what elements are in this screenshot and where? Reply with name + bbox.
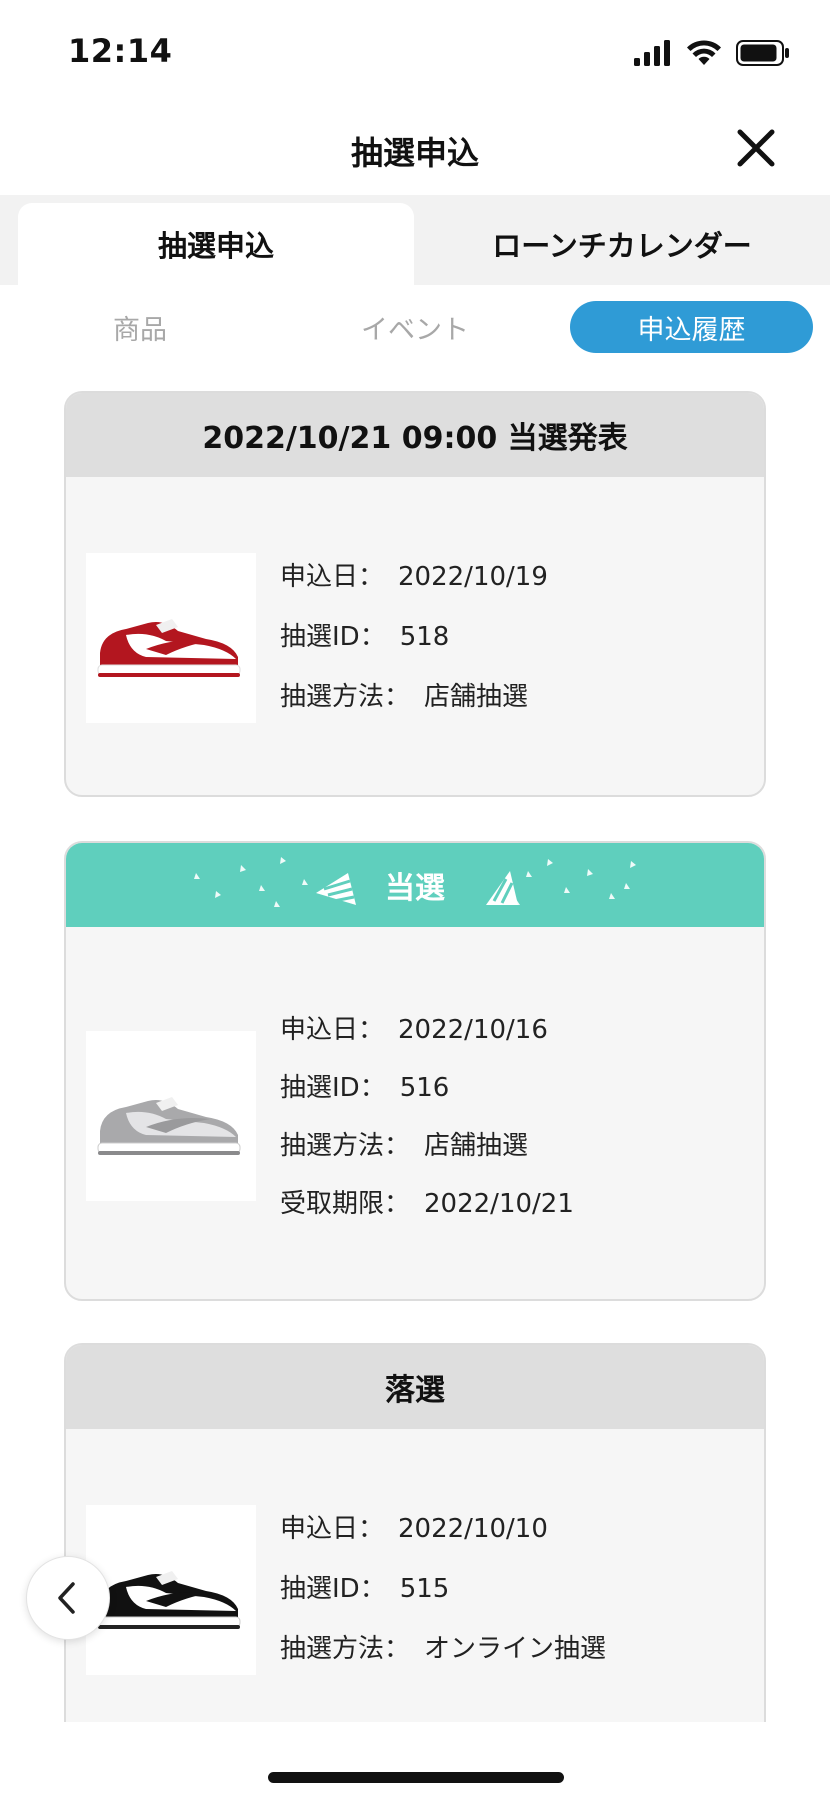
apply-date-value: 2022/10/19 [398, 562, 548, 592]
lost-header: 落選 [66, 1345, 764, 1429]
apply-date-value: 2022/10/16 [398, 1015, 548, 1045]
lottery-method-label: 抽選方法： [280, 1131, 411, 1161]
lottery-id-label: 抽選ID： [280, 1073, 386, 1103]
application-info: 申込日： 2022/10/19 抽選ID： 518 抽選方法： 店舗抽選 [280, 547, 548, 727]
lottery-id-label: 抽選ID： [280, 622, 386, 652]
main-tabs: 抽選申込 ローンチカレンダー [0, 195, 830, 285]
page-title: 抽選申込 [350, 134, 479, 172]
close-icon [737, 129, 775, 167]
application-card[interactable]: 当選 申込日： 2022/10/16 抽選ID： 516 抽選方法： 店舗抽選 受取期… [64, 841, 766, 1301]
lottery-id-label: 抽選ID： [280, 1574, 386, 1604]
apply-date-label: 申込日： [280, 1015, 385, 1045]
tab-lottery-apply[interactable]: 抽選申込 [18, 203, 414, 285]
application-info: 申込日： 2022/10/10 抽選ID： 515 抽選方法： オンライン抽選 [280, 1499, 606, 1679]
pickup-deadline-label: 受取期限： [280, 1189, 411, 1219]
win-label: 当選 [385, 871, 445, 906]
tab-launch-calendar[interactable]: ローンチカレンダー [414, 203, 830, 285]
apply-date-value: 2022/10/10 [398, 1514, 548, 1544]
status-time: 12:14 [68, 32, 173, 70]
battery-icon [736, 40, 789, 66]
lottery-method-value: オンライン抽選 [424, 1634, 607, 1664]
home-indicator[interactable] [268, 1772, 564, 1783]
subtab-history[interactable]: 申込履歴 [570, 301, 813, 353]
product-image-black-sneaker [86, 1505, 256, 1675]
sub-tabs: 商品 イベント 申込履歴 [0, 285, 830, 375]
lottery-id-value: 518 [399, 622, 450, 652]
apply-date-label: 申込日： [280, 562, 385, 592]
apply-date-label: 申込日： [280, 1514, 385, 1544]
lottery-method-label: 抽選方法： [280, 682, 411, 712]
application-card[interactable]: 2022/10/21 09:00 当選発表 申込日： 2022/10/19 抽選I… [64, 391, 766, 797]
home-area [0, 1722, 830, 1796]
product-image-gray-sneaker [86, 1031, 256, 1201]
subtab-products[interactable]: 商品 [60, 301, 220, 353]
win-header: 当選 [66, 843, 764, 927]
lottery-method-value: 店舗抽選 [424, 1131, 529, 1161]
status-icons [634, 36, 790, 70]
status-bar: 12:14 [0, 0, 830, 100]
chevron-left-icon [58, 1582, 75, 1614]
subtab-events[interactable]: イベント [330, 301, 500, 353]
wifi-icon [687, 40, 721, 65]
pickup-deadline-value: 2022/10/21 [424, 1189, 574, 1219]
lottery-id-value: 516 [399, 1073, 450, 1103]
header: 抽選申込 [0, 100, 830, 195]
close-button[interactable] [732, 124, 780, 172]
back-button[interactable] [26, 1556, 110, 1640]
announcement-header: 2022/10/21 09:00 当選発表 [66, 393, 764, 477]
product-image-red-sneaker [86, 553, 256, 723]
application-info: 申込日： 2022/10/16 抽選ID： 516 抽選方法： 店舗抽選 受取期限： 2… [280, 1001, 574, 1233]
lottery-method-value: 店舗抽選 [424, 682, 529, 712]
lottery-method-label: 抽選方法： [280, 1634, 411, 1664]
lottery-id-value: 515 [399, 1574, 450, 1604]
signal-icon [634, 40, 670, 66]
